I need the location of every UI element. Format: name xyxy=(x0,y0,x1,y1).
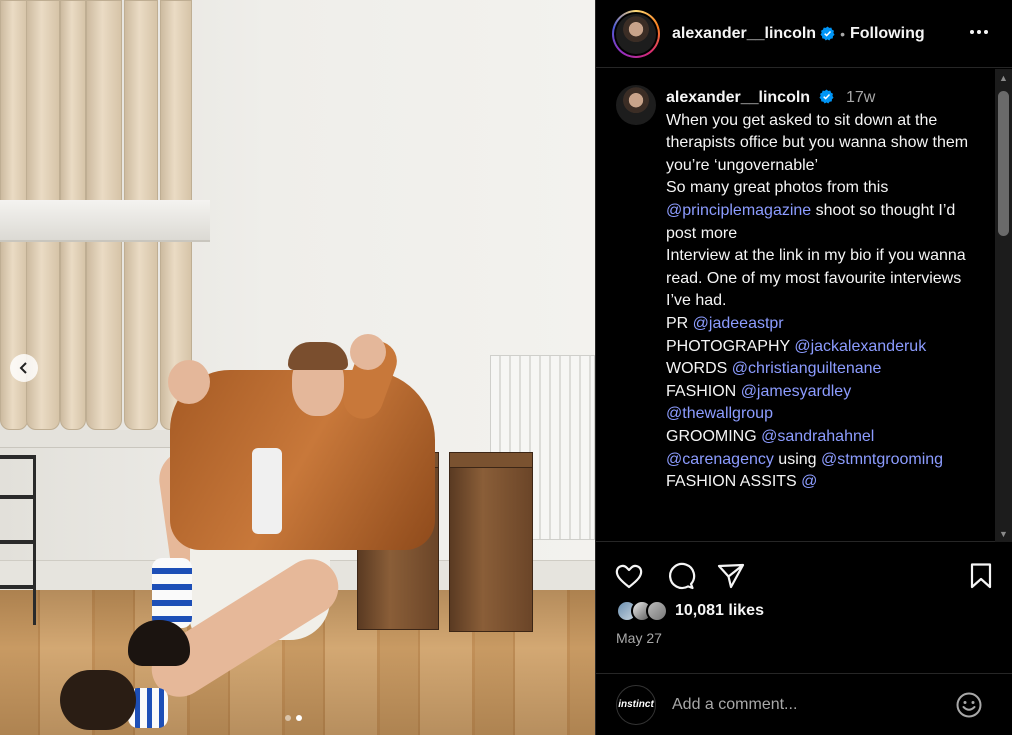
mention-link[interactable]: @jamesyardley xyxy=(741,383,852,400)
commenter-avatar: instinct xyxy=(616,684,656,725)
mention-link[interactable]: @principlemagazine xyxy=(666,202,811,219)
mention-link[interactable]: @stmntgrooming xyxy=(821,451,943,468)
carousel-dot xyxy=(285,715,291,721)
more-options-button[interactable] xyxy=(967,20,991,44)
author-avatar[interactable] xyxy=(612,9,660,58)
more-icon xyxy=(970,30,974,34)
mention-link[interactable]: @christianguiltenane xyxy=(732,360,882,377)
photo-person-hair xyxy=(288,342,348,370)
caption-text: Interview at the link in my bio if you w… xyxy=(666,247,966,310)
caption-text: When you get asked to sit down at the th… xyxy=(666,111,969,174)
caption-scroll-area[interactable]: alexander__lincoln 17w When you get aske… xyxy=(596,69,1012,542)
mention-link[interactable]: @ xyxy=(801,473,817,490)
mention-link[interactable]: @jackalexanderuk xyxy=(794,338,926,355)
mention-link[interactable]: @carenagency xyxy=(666,451,774,468)
mention-link[interactable]: @thewallgroup xyxy=(666,405,773,422)
caption-username[interactable]: alexander__lincoln xyxy=(666,89,810,106)
heart-icon[interactable] xyxy=(614,561,644,591)
carousel-dot-active xyxy=(296,715,302,721)
post-side-panel: alexander__lincoln • Following alexander… xyxy=(595,0,1012,735)
scroll-thumb[interactable] xyxy=(998,91,1009,236)
post-time-ago[interactable]: 17w xyxy=(846,89,875,106)
photo-wall-shelf xyxy=(0,200,210,242)
post-header: alexander__lincoln • Following xyxy=(596,0,1012,68)
mention-link[interactable]: @sandrahahnel xyxy=(761,428,874,445)
photo-person-hand xyxy=(350,334,386,370)
carousel-prev-button[interactable] xyxy=(10,354,38,382)
scroll-up-arrow[interactable]: ▲ xyxy=(995,69,1012,86)
photo-person-hand xyxy=(168,360,210,404)
author-username[interactable]: alexander__lincoln xyxy=(672,25,816,43)
post-date[interactable]: May 27 xyxy=(616,630,662,646)
photo-person-shoe xyxy=(60,670,136,730)
header-separator: • xyxy=(840,25,845,42)
post-actions xyxy=(596,555,1012,595)
post-photo[interactable] xyxy=(0,0,595,735)
photo-shelf-unit xyxy=(0,455,36,625)
likes-count[interactable]: 10,081 likes xyxy=(675,602,764,620)
caption-credits: PR @jadeeastpr PHOTOGRAPHY @jackalexande… xyxy=(666,314,944,491)
mention-link[interactable]: @jadeeastpr xyxy=(693,315,784,332)
verified-badge-icon xyxy=(820,26,835,41)
comment-bar: instinct xyxy=(596,673,1012,735)
emoji-icon[interactable] xyxy=(955,691,983,719)
caption-author-avatar[interactable] xyxy=(616,85,656,125)
bookmark-icon[interactable] xyxy=(966,561,996,591)
carousel-dots xyxy=(285,715,302,721)
photo-wooden-box-right xyxy=(449,452,533,632)
verified-badge-icon xyxy=(818,89,834,104)
likes-row[interactable]: 10,081 likes xyxy=(616,600,764,622)
caption-text: So many great photos from this @principl… xyxy=(666,179,956,242)
caption-scrollbar[interactable]: ▲ ▼ xyxy=(995,69,1012,542)
following-button[interactable]: Following xyxy=(850,25,925,43)
caption-body: alexander__lincoln 17w When you get aske… xyxy=(666,87,984,494)
comment-icon[interactable] xyxy=(666,561,696,591)
scroll-down-arrow[interactable]: ▼ xyxy=(995,525,1012,542)
send-icon[interactable] xyxy=(716,561,746,591)
photo-person-sock xyxy=(152,558,192,628)
comment-input[interactable] xyxy=(672,695,942,714)
photo-person-tshirt xyxy=(252,448,282,534)
chevron-left-icon xyxy=(19,362,27,374)
liker-avatar xyxy=(646,600,668,622)
